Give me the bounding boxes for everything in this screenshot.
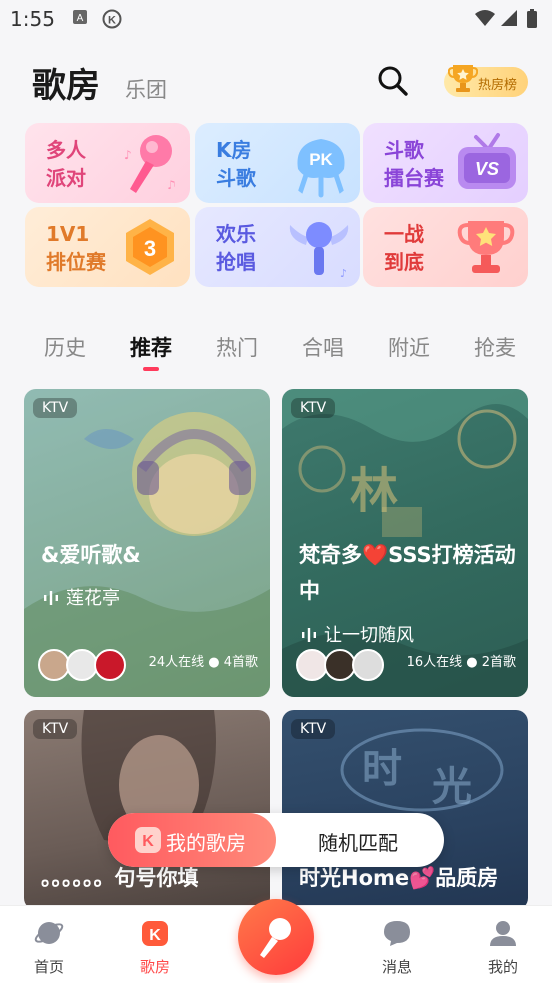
ktv-badge: KTV — [33, 719, 78, 739]
tab-band[interactable]: 乐团 — [125, 74, 167, 104]
room-song-name: 让一切随风 — [324, 625, 414, 646]
nav-song-room[interactable]: K 歌房 — [115, 906, 195, 983]
nav-messages[interactable]: 消息 — [357, 906, 437, 983]
tile-k-room-battle[interactable]: K房 斗歌 PK — [195, 123, 360, 203]
tab-recommended[interactable]: 推荐 — [130, 332, 172, 362]
k-notification-icon: K — [102, 9, 122, 29]
my-room-button[interactable]: K 我的歌房 — [108, 813, 276, 867]
svg-text:♪: ♪ — [124, 148, 132, 162]
ktv-badge: KTV — [33, 398, 78, 418]
page-title: 歌房 — [32, 66, 100, 106]
user-icon — [490, 921, 516, 946]
svg-text:时: 时 — [362, 746, 402, 792]
wifi-icon — [475, 10, 495, 26]
sound-wave-icon — [44, 591, 58, 605]
text-notification-icon: A — [73, 10, 87, 24]
room-stats: 16人在线 ● 2首歌 — [406, 655, 516, 670]
ktv-badge: KTV — [291, 398, 336, 418]
svg-text:A: A — [77, 13, 84, 24]
avatar — [352, 649, 384, 681]
nav-profile[interactable]: 我的 — [463, 906, 543, 983]
svg-text:K: K — [142, 833, 154, 850]
tab-chorus[interactable]: 合唱 — [302, 332, 344, 362]
room-song-name: 莲花亭 — [66, 588, 120, 609]
tile-label: 一战 到底 — [384, 222, 424, 274]
nav-label: 首页 — [33, 958, 64, 976]
room-member-avatars — [38, 649, 128, 683]
tab-hot[interactable]: 热门 — [216, 332, 258, 362]
random-match-button[interactable]: 随机匹配 — [318, 827, 398, 856]
svg-text:♫: ♫ — [166, 178, 177, 192]
tile-label: K房 斗歌 — [216, 138, 256, 190]
nav-label: 歌房 — [139, 958, 170, 976]
hot-room-rank-button[interactable]: 热房榜 — [444, 65, 528, 97]
svg-text:♪: ♪ — [340, 267, 347, 280]
tile-happy-grab-sing[interactable]: 欢乐 抢唱 ♪ — [195, 207, 360, 287]
tile-battle-arena[interactable]: 斗歌 擂台赛 VS — [363, 123, 528, 203]
nav-label: 我的 — [487, 958, 518, 976]
ktv-badge: KTV — [291, 719, 336, 739]
avatar — [94, 649, 126, 681]
tab-history[interactable]: 历史 — [44, 332, 86, 362]
tile-fight-to-end[interactable]: 一战 到底 — [363, 207, 528, 287]
room-title: 梵奇多❤️SSS打榜活动中 — [299, 543, 516, 603]
tile-label: 多人 派对 — [46, 138, 86, 190]
room-member-avatars — [296, 649, 386, 683]
room-card[interactable]: KTV 。。。。。。句号你填 — [24, 710, 270, 910]
category-tabs: 历史 推荐 热门 合唱 附近 抢麦 — [0, 322, 552, 372]
sound-wave-icon — [302, 628, 316, 642]
nav-label: 消息 — [381, 958, 412, 976]
svg-text:K: K — [108, 15, 116, 27]
vs-tv-icon: VS — [458, 133, 516, 189]
active-tab-indicator — [143, 367, 159, 371]
hot-room-rank-label: 热房榜 — [478, 78, 518, 93]
tile-1v1-ranked[interactable]: 1V1 排位赛 3 — [25, 207, 190, 287]
room-card[interactable]: KTV &爱听歌& 莲花亭 24人在线 ● 4首歌 — [24, 389, 270, 697]
pk-icon: PK — [297, 139, 345, 198]
floating-room-bar: K 我的歌房 随机匹配 — [108, 813, 444, 867]
tab-grab-mic[interactable]: 抢麦 — [474, 332, 516, 362]
rank-badge-icon: 3 — [126, 219, 174, 275]
signal-icon — [501, 10, 517, 26]
room-current-song: 莲花亭 — [44, 584, 120, 610]
svg-text:K: K — [149, 927, 161, 944]
room-card[interactable]: 时 光 KTV 时光Home💕品质房 — [282, 710, 528, 910]
status-bar: 1:55 A K — [0, 0, 552, 38]
search-icon[interactable] — [376, 64, 410, 98]
svg-text:VS: VS — [475, 159, 499, 179]
message-icon — [384, 921, 410, 946]
trophy-icon — [448, 65, 478, 92]
planet-icon — [34, 922, 64, 944]
room-stats: 24人在线 ● 4首歌 — [148, 655, 258, 670]
header: 歌房 乐团 热房榜 — [0, 40, 552, 120]
microphone-icon — [260, 918, 291, 958]
battery-icon — [527, 9, 537, 28]
svg-text:3: 3 — [144, 236, 156, 261]
room-title: &爱听歌& — [41, 543, 141, 567]
tile-label: 1V1 排位赛 — [46, 222, 106, 274]
microphone-icon: ♪ ♫ — [124, 135, 177, 193]
room-card[interactable]: 林 KTV 梵奇多❤️SSS打榜活动中 让一切随风 16人在线 ● 2首歌 — [282, 389, 528, 697]
tab-nearby[interactable]: 附近 — [388, 332, 430, 362]
room-current-song: 让一切随风 — [302, 621, 414, 647]
my-room-label: 我的歌房 — [166, 831, 246, 855]
winged-microphone-icon: ♪ — [289, 222, 349, 280]
tile-multiplayer-party[interactable]: 多人 派对 ♪ ♫ — [25, 123, 190, 203]
status-time: 1:55 — [10, 7, 55, 31]
svg-text:PK: PK — [309, 150, 333, 169]
k-room-icon: K — [135, 827, 161, 853]
sing-button[interactable] — [238, 899, 314, 975]
trophy-icon — [457, 221, 515, 273]
svg-text:光: 光 — [432, 764, 472, 810]
nav-home[interactable]: 首页 — [9, 906, 89, 983]
k-room-icon: K — [142, 921, 168, 946]
